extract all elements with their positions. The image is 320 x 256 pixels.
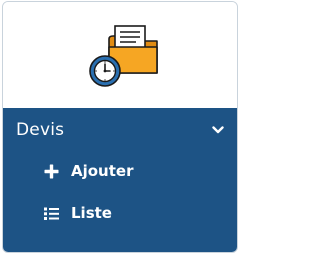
devis-card: Devis Ajouter Liste [2, 1, 238, 253]
menu-item-ajouter[interactable]: Ajouter [3, 154, 237, 188]
menu-title: Devis [16, 120, 65, 140]
folder-with-document-and-clock-icon [89, 25, 158, 87]
plus-icon [44, 164, 59, 179]
chevron-down-icon[interactable] [212, 126, 224, 134]
devis-menu-panel: Devis Ajouter Liste [3, 108, 237, 252]
menu-item-label: Ajouter [71, 162, 134, 180]
menu-item-liste[interactable]: Liste [3, 196, 237, 230]
devis-menu-header[interactable]: Devis [3, 108, 237, 152]
menu-item-label: Liste [71, 204, 112, 222]
list-icon [44, 207, 59, 220]
card-illustration-area [3, 2, 237, 108]
